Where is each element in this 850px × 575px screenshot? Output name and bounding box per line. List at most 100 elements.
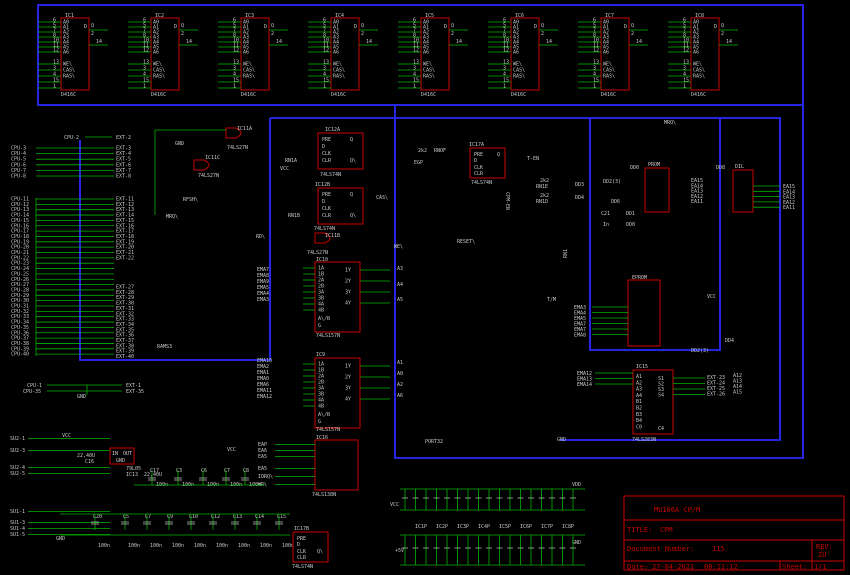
cap-ref: C14 bbox=[255, 514, 264, 520]
ea-right: EA11 bbox=[783, 205, 795, 211]
pin-num: 1 bbox=[323, 84, 326, 90]
cap-val: 100n bbox=[150, 543, 162, 549]
inner-bus bbox=[589, 118, 721, 351]
svg-text:In: In bbox=[603, 222, 609, 228]
pin-14: 14 bbox=[726, 39, 732, 45]
mux-out: 3Y bbox=[345, 386, 351, 392]
svg-text:CLR: CLR bbox=[297, 555, 307, 561]
pin-num: 1 bbox=[503, 84, 506, 90]
pin-name: A6 bbox=[513, 50, 519, 56]
cap-ref: C15 bbox=[277, 514, 286, 520]
cap-val: 100n bbox=[128, 543, 140, 549]
ram-chip-2: IC2D416CA06A15A27A38A410A511A612WE\13CAS… bbox=[128, 13, 198, 98]
cap: C15 100n bbox=[275, 514, 294, 549]
pin-2: 2 bbox=[541, 31, 544, 37]
ic12a-flipflop: IC12A PRE D CLK CLR Q Q\ 74LS74N RN1A VC… bbox=[280, 127, 364, 178]
ram-chip-5: IC5D416CA06A15A27A38A410A511A612WE\13CAS… bbox=[398, 13, 468, 98]
ic15-in: EMA14 bbox=[577, 382, 592, 388]
pin-name: A6 bbox=[63, 50, 69, 56]
svg-text:DD6: DD6 bbox=[611, 199, 620, 205]
svg-text:D: D bbox=[297, 542, 300, 548]
supply-pin: SU2-1 bbox=[10, 436, 25, 442]
pin-d: D bbox=[534, 24, 537, 30]
chip-part: D416C bbox=[421, 92, 436, 98]
pin-name: RAS\ bbox=[423, 74, 435, 80]
main-bus-outline bbox=[79, 105, 804, 459]
pin-num: 12 bbox=[593, 48, 599, 54]
prom-chip: PROM bbox=[644, 162, 670, 213]
company-name: MU106A CP/M bbox=[654, 506, 700, 514]
svg-text:GND: GND bbox=[116, 458, 125, 464]
pin-14: 14 bbox=[96, 39, 102, 45]
docnum-label: Document Number: bbox=[627, 545, 694, 553]
svg-text:CLR: CLR bbox=[322, 213, 332, 219]
pin-q: Q bbox=[451, 23, 454, 29]
pin-d: D bbox=[84, 24, 87, 30]
pin-name: RAS\ bbox=[153, 74, 165, 80]
gnd-ic11: GND bbox=[175, 141, 184, 147]
pin-name: A6 bbox=[603, 50, 609, 56]
pin-q: Q bbox=[271, 23, 274, 29]
sheet-value: 1/1 bbox=[814, 563, 827, 571]
ic16-in: EA5 bbox=[258, 454, 267, 460]
ic11c-gate: IC11C 74LS27N bbox=[193, 155, 220, 179]
chip-ref: IC4 bbox=[335, 13, 344, 19]
date-label: Date: bbox=[627, 563, 648, 571]
title-label: TITLE: bbox=[627, 526, 652, 534]
ic16-decoder: IC16 74LS138N EAPEA6EA5EA5IORQ\WR\ PORT3… bbox=[258, 435, 443, 498]
svg-text:VCC: VCC bbox=[707, 294, 716, 300]
cap-ref: C12 bbox=[211, 514, 220, 520]
pin-name: A6 bbox=[153, 50, 159, 56]
pin-2: 2 bbox=[181, 31, 184, 37]
svg-text:CLR: CLR bbox=[322, 158, 332, 164]
cap: C9 100n bbox=[165, 514, 184, 549]
svg-text:C21: C21 bbox=[601, 211, 610, 217]
supply-pin: SU2-3 bbox=[10, 448, 25, 454]
rfsh-label: RFSH\ bbox=[183, 197, 198, 203]
docnum-value: 115 bbox=[712, 545, 725, 553]
svg-text:74LS74N: 74LS74N bbox=[320, 172, 341, 178]
svg-text:D: D bbox=[322, 199, 325, 205]
sheet-label: Sheet: bbox=[782, 563, 807, 571]
pin-name: A6 bbox=[333, 50, 339, 56]
ic15-adder: IC15 74LS283N EMA12EMA13EMA14A1A2A3A4B1B… bbox=[557, 364, 742, 443]
reset-label: RESET\ bbox=[457, 239, 475, 245]
pin-num: 12 bbox=[503, 48, 509, 54]
pin-num: 12 bbox=[323, 48, 329, 54]
cpm-en-label: CPM-EN bbox=[504, 192, 510, 210]
pin-d: D bbox=[264, 24, 267, 30]
cap: C14 100n bbox=[253, 514, 272, 549]
svg-text:74LS138N: 74LS138N bbox=[312, 492, 336, 498]
svg-text:+5V: +5V bbox=[395, 548, 404, 554]
mux-out: 4Y bbox=[345, 397, 351, 403]
svg-text:VCC: VCC bbox=[390, 502, 399, 508]
pin-q: Q bbox=[181, 23, 184, 29]
cap: C5 100n bbox=[121, 514, 140, 549]
mux-sel: A\/B bbox=[318, 316, 330, 322]
svg-text:IC16: IC16 bbox=[316, 435, 328, 441]
svg-text:74LS74N: 74LS74N bbox=[471, 180, 492, 186]
ram-bank: IC1D416CA06A15A27A38A410A511A612WE\13CAS… bbox=[37, 4, 804, 106]
svg-text:DD8: DD8 bbox=[716, 165, 725, 171]
svg-text:DD4: DD4 bbox=[725, 338, 734, 344]
cpu2-label: CPU-2 bbox=[64, 135, 79, 141]
pin-14: 14 bbox=[276, 39, 282, 45]
cap-ref: C9 bbox=[167, 514, 173, 520]
chip-ref: IC5 bbox=[425, 13, 434, 19]
svg-text:IC9: IC9 bbox=[316, 352, 325, 358]
eprom-chip: EPROM T/M RN1 VCC DD4 DD2(3) EMA3EMA4EMA… bbox=[547, 249, 734, 354]
pin-q: Q bbox=[541, 23, 544, 29]
svg-text:VDD: VDD bbox=[572, 482, 581, 488]
svg-text:Q: Q bbox=[350, 192, 353, 198]
schematic-canvas: { "title_block": { "company": "MU106A CP… bbox=[0, 0, 850, 575]
cap-val: 100n bbox=[216, 543, 228, 549]
cap-val: 100n bbox=[282, 543, 294, 549]
a-out-labels: A3 A4 A5 A1 A0 A2 A6 bbox=[397, 266, 403, 399]
cap-ref: C6 bbox=[201, 468, 207, 474]
svg-text:VCC: VCC bbox=[280, 166, 289, 172]
svg-text:IC17B: IC17B bbox=[294, 526, 309, 532]
pin-q: Q bbox=[631, 23, 634, 29]
a-out: A1 bbox=[397, 360, 403, 366]
pin-num: 12 bbox=[683, 48, 689, 54]
rams3-label: RAMS3 bbox=[157, 344, 172, 350]
